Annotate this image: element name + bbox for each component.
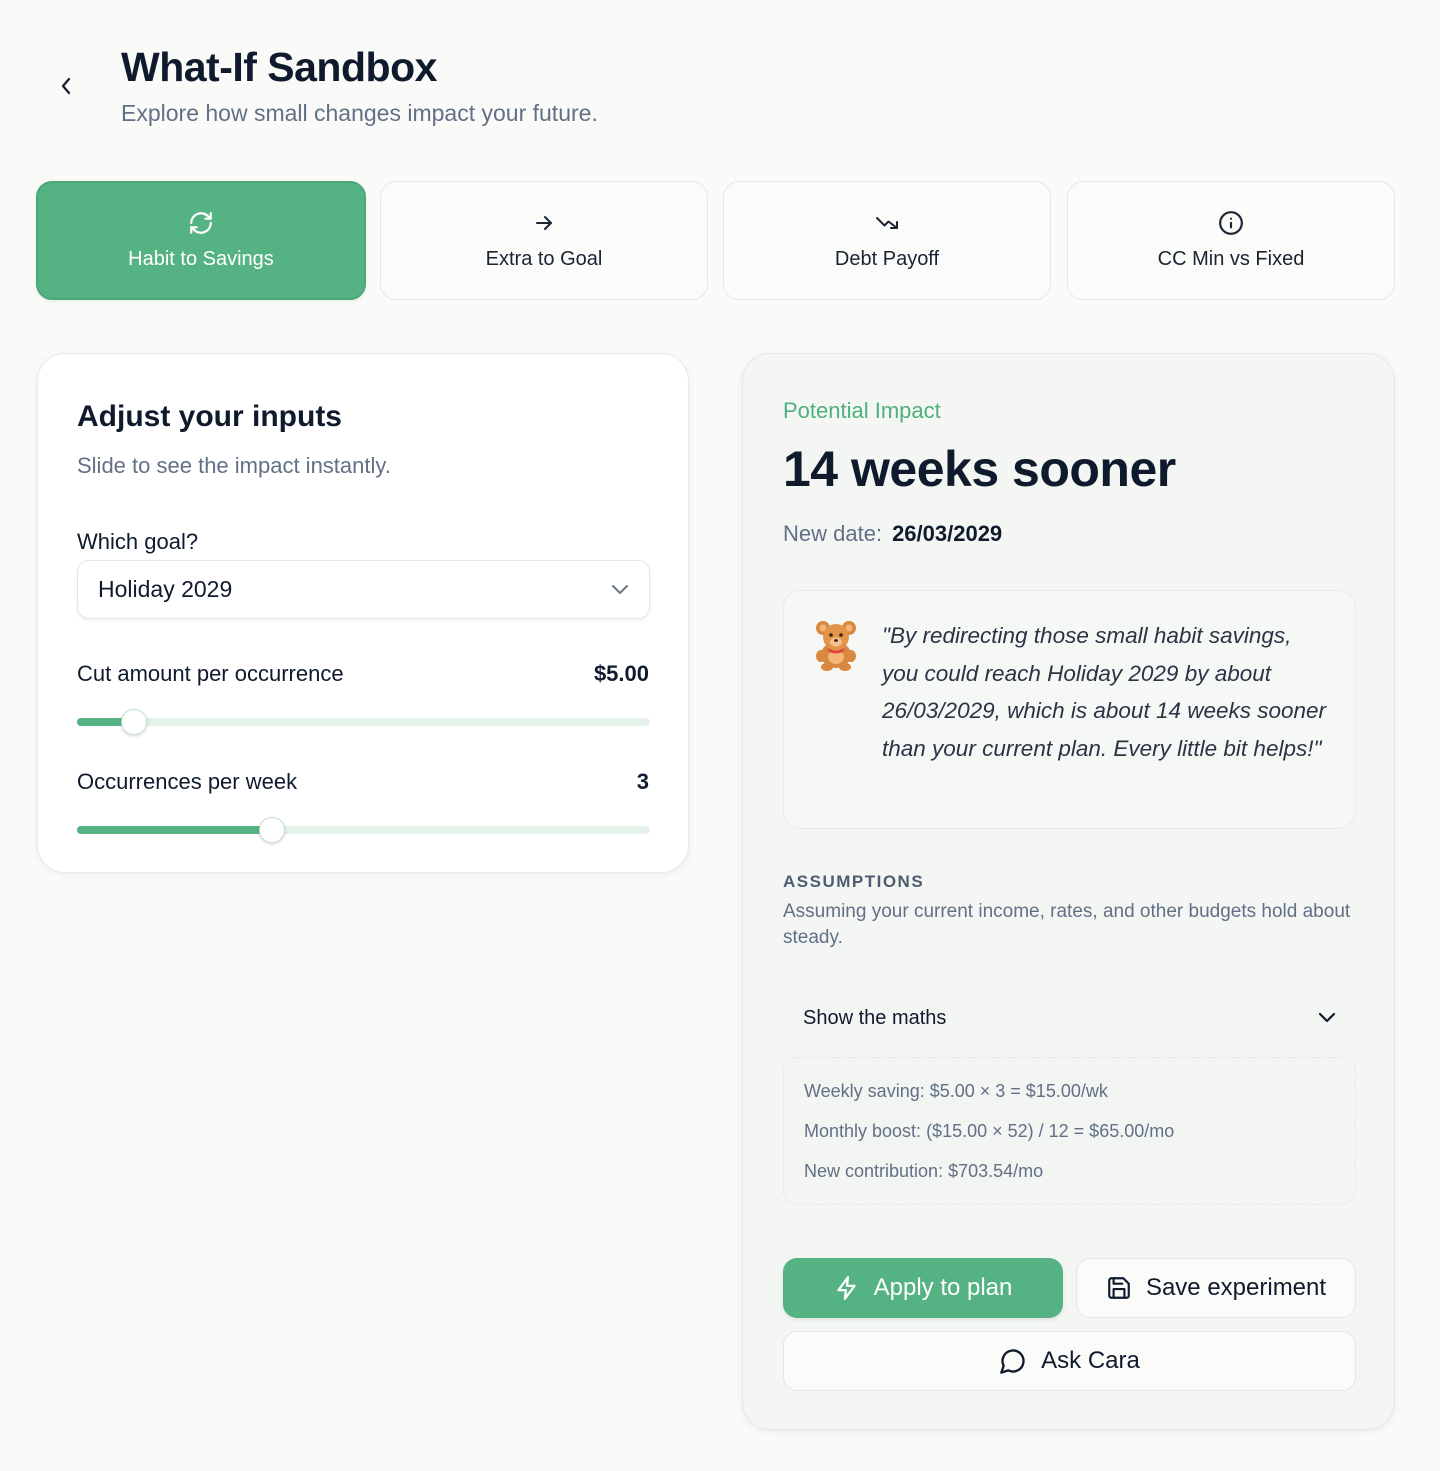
ask-label: Ask Cara	[1041, 1347, 1140, 1374]
page-title: What-If Sandbox	[121, 44, 437, 90]
cut-amount-value: $5.00	[593, 661, 649, 686]
inputs-subtitle: Slide to see the impact instantly.	[77, 453, 391, 478]
tab-label: Extra to Goal	[485, 248, 603, 270]
tab-label: Habit to Savings	[128, 248, 274, 270]
slider-fill	[77, 826, 272, 834]
info-icon	[1219, 211, 1243, 235]
show-maths-toggle[interactable]: Show the maths	[783, 992, 1356, 1044]
cut-amount-label: Cut amount per occurrence	[77, 661, 344, 686]
impact-headline: 14 weeks sooner	[783, 441, 1176, 497]
tab-cc-min-vs-fixed[interactable]: CC Min vs Fixed	[1067, 181, 1395, 300]
back-button[interactable]	[52, 72, 80, 100]
impact-eyebrow: Potential Impact	[783, 398, 941, 423]
apply-to-plan-button[interactable]: Apply to plan	[783, 1258, 1063, 1318]
maths-panel: Weekly saving: $5.00 × 3 = $15.00/wk Mon…	[783, 1057, 1356, 1205]
assumptions-text: Assuming your current income, rates, and…	[783, 901, 1351, 948]
tab-habit-to-savings[interactable]: Habit to Savings	[36, 181, 366, 300]
save-experiment-button[interactable]: Save experiment	[1076, 1258, 1356, 1318]
arrow-right-icon	[536, 216, 552, 230]
page-subtitle: Explore how small changes impact your fu…	[121, 100, 598, 126]
apply-label: Apply to plan	[873, 1274, 1013, 1301]
quote-text: "By redirecting those small habit saving…	[882, 623, 1327, 761]
maths-line: New contribution: $703.54/mo	[804, 1161, 1044, 1181]
advisor-quote: "By redirecting those small habit saving…	[783, 590, 1356, 829]
goal-select-value: Holiday 2029	[98, 576, 233, 602]
tab-label: CC Min vs Fixed	[1157, 248, 1305, 270]
inputs-card: Adjust your inputs Slide to see the impa…	[37, 353, 689, 873]
tab-label: Debt Payoff	[834, 248, 940, 270]
assumptions-title: ASSUMPTIONS	[783, 872, 925, 891]
trending-down-icon	[876, 217, 898, 229]
refresh-icon	[190, 212, 212, 234]
new-date-label: New date:	[783, 521, 883, 546]
chevron-down-icon	[612, 584, 628, 594]
chevron-down-icon	[1318, 1012, 1336, 1023]
goal-label: Which goal?	[77, 529, 199, 554]
tab-extra-to-goal[interactable]: Extra to Goal	[380, 181, 708, 300]
occurrences-slider[interactable]	[77, 817, 650, 843]
occurrences-label: Occurrences per week	[77, 769, 298, 794]
save-label: Save experiment	[1145, 1274, 1327, 1301]
impact-card: Potential Impact 14 weeks sooner New dat…	[742, 353, 1395, 1430]
ask-cara-button[interactable]: Ask Cara	[783, 1331, 1356, 1391]
maths-line: Monthly boost: ($15.00 × 52) / 12 = $65.…	[804, 1121, 1175, 1141]
maths-line: Weekly saving: $5.00 × 3 = $15.00/wk	[804, 1081, 1108, 1101]
save-icon	[1108, 1277, 1130, 1299]
show-maths-label: Show the maths	[803, 1006, 947, 1029]
chat-bubble-icon	[1000, 1349, 1025, 1374]
chevron-left-icon	[61, 77, 71, 95]
new-date-value: 26/03/2029	[892, 521, 1003, 546]
teddy-bear-icon	[816, 621, 856, 671]
cut-amount-slider[interactable]	[77, 709, 650, 735]
lightning-icon	[836, 1276, 856, 1300]
slider-thumb[interactable]	[121, 709, 147, 735]
occurrences-value: 3	[636, 769, 649, 794]
new-date: New date: 26/03/2029	[783, 521, 1002, 547]
inputs-title: Adjust your inputs	[77, 400, 342, 433]
slider-thumb[interactable]	[259, 817, 285, 843]
tab-debt-payoff[interactable]: Debt Payoff	[723, 181, 1051, 300]
goal-select[interactable]: Holiday 2029	[77, 560, 650, 619]
